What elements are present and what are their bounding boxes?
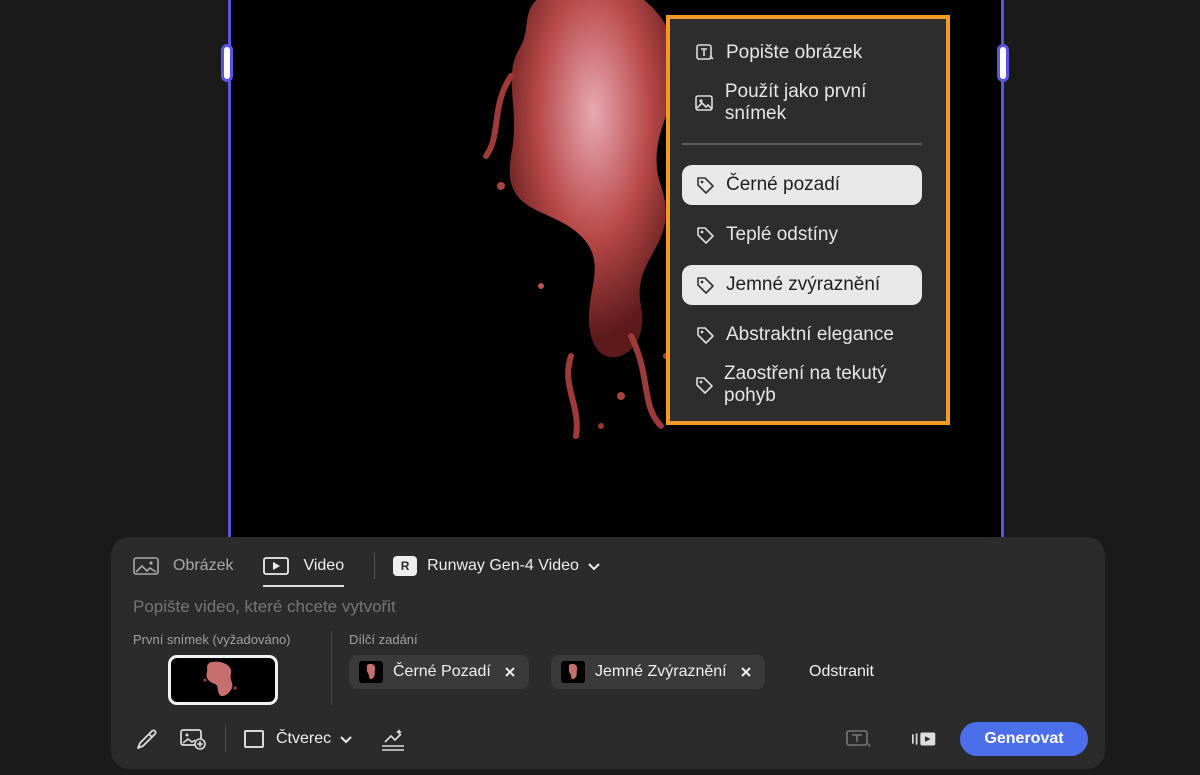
chip-label: Černé Pozadí — [393, 663, 491, 680]
tab-divider — [374, 553, 376, 579]
tab-label: Video — [303, 557, 345, 574]
menu-tag-label: Teplé odstíny — [726, 224, 838, 245]
mode-tabs: Obrázek Video R Runway Gen-4 Video — [133, 551, 601, 587]
runway-logo-icon: R — [393, 556, 418, 576]
menu-tag-label: Abstraktní elegance — [726, 324, 894, 345]
remove-button[interactable]: Odstranit — [809, 663, 874, 681]
prompt-panel: Obrázek Video R Runway Gen-4 Video První… — [111, 537, 1105, 769]
chevron-down-icon — [587, 559, 601, 573]
text-style-icon[interactable] — [845, 725, 873, 753]
square-icon — [244, 730, 264, 748]
menu-tag-cerne-pozadi[interactable]: Černé pozadí — [682, 165, 922, 205]
app-stage: Popište obrázek Použít jako první snímek… — [0, 0, 1200, 775]
resize-handle-right[interactable] — [997, 44, 1009, 82]
toolbar-divider — [225, 726, 226, 752]
menu-item-label: Použít jako první snímek — [724, 81, 867, 124]
tag-icon — [694, 374, 714, 396]
menu-tag-label: Jemné zvýraznění — [726, 274, 881, 295]
prompt-input[interactable] — [133, 597, 1033, 617]
menu-tag-abstraktni-elegance[interactable]: Abstraktní elegance — [682, 315, 922, 355]
aspect-label: Čtverec — [276, 730, 332, 747]
video-icon — [263, 555, 290, 577]
resize-handle-left[interactable] — [221, 44, 233, 82]
tag-icon — [694, 324, 716, 346]
sub-prompt-chip[interactable]: Jemné Zvýraznění — [551, 655, 765, 689]
tag-icon — [694, 274, 716, 296]
eyedropper-icon[interactable] — [133, 725, 161, 753]
describe-image-icon — [694, 42, 716, 64]
menu-tag-zaostreni[interactable]: Zaostření na tekutý pohyb — [682, 363, 922, 406]
sub-prompt-chip[interactable]: Černé Pozadí — [349, 655, 529, 689]
right-tools — [845, 725, 957, 753]
aspect-ratio-selector[interactable]: Čtverec — [244, 730, 353, 748]
model-selector[interactable]: R Runway Gen-4 Video — [393, 556, 601, 576]
tab-image[interactable]: Obrázek — [133, 551, 233, 581]
first-frame-thumbnail[interactable] — [168, 655, 278, 705]
tag-icon — [694, 174, 716, 196]
tag-icon — [694, 224, 716, 246]
tab-video[interactable]: Video — [263, 551, 345, 587]
effects-icon[interactable] — [379, 725, 407, 753]
bottom-toolbar: Čtverec — [133, 725, 425, 753]
video-reference-icon[interactable] — [911, 725, 939, 753]
image-icon — [133, 555, 159, 577]
section-divider — [331, 631, 332, 705]
menu-item-describe-image[interactable]: Popište obrázek — [682, 33, 922, 73]
add-image-icon[interactable] — [179, 725, 207, 753]
menu-divider — [682, 143, 922, 145]
tab-label: Obrázek — [173, 557, 234, 574]
first-frame-label: První snímek (vyžadováno) — [133, 632, 291, 647]
close-icon[interactable] — [503, 665, 517, 679]
menu-tag-label: Černé pozadí — [726, 174, 841, 195]
chip-thumbnail — [561, 661, 585, 683]
menu-tag-teple-odstiny[interactable]: Teplé odstíny — [682, 215, 922, 255]
sub-prompts-label: Dílčí zadání — [349, 632, 418, 647]
chip-label: Jemné Zvýraznění — [595, 663, 727, 680]
image-icon — [694, 92, 715, 114]
close-icon[interactable] — [739, 665, 753, 679]
menu-tag-label: Zaostření na tekutý pohyb — [724, 363, 887, 406]
chevron-down-icon — [339, 732, 353, 746]
model-label: Runway Gen-4 Video — [427, 557, 579, 574]
menu-item-use-as-first-frame[interactable]: Použít jako první snímek — [682, 81, 922, 124]
menu-tag-jemne-zvyrazneni[interactable]: Jemné zvýraznění — [682, 265, 922, 305]
context-menu: Popište obrázek Použít jako první snímek… — [670, 19, 946, 421]
chip-thumbnail — [359, 661, 383, 683]
generate-button[interactable]: Generovat — [960, 722, 1088, 756]
menu-item-label: Popište obrázek — [726, 42, 863, 63]
